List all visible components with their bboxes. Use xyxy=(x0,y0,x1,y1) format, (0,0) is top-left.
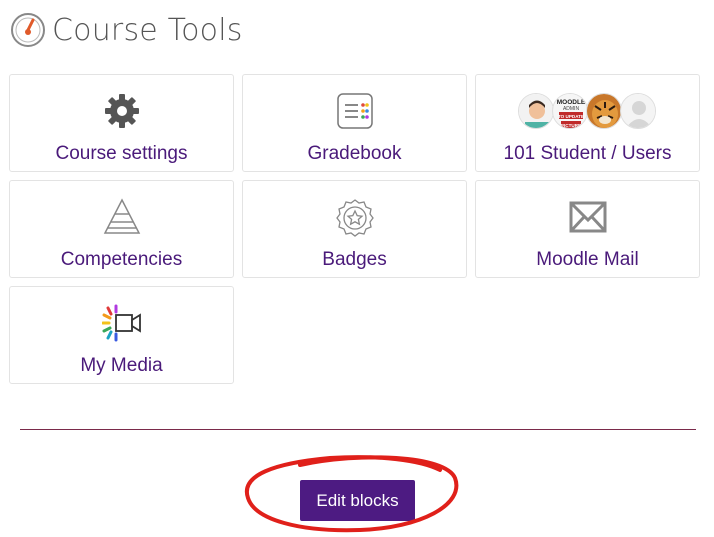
avatar xyxy=(517,93,554,129)
tile-moodle-mail[interactable]: Moodle Mail xyxy=(475,180,700,278)
badge-icon xyxy=(335,197,375,237)
tile-badges[interactable]: Badges xyxy=(242,180,467,278)
gradebook-icon xyxy=(336,91,374,131)
avatar-text-line1: MOODLE xyxy=(556,99,585,106)
pyramid-icon xyxy=(102,197,142,237)
avatar-text-line2: ADMIN xyxy=(562,106,579,112)
tile-label: My Media xyxy=(80,355,163,376)
tile-competencies[interactable]: Competencies xyxy=(9,180,234,278)
tile-label: Moodle Mail xyxy=(536,249,639,270)
tile-gradebook[interactable]: Gradebook xyxy=(242,74,467,172)
tile-label: Gradebook xyxy=(307,143,402,164)
envelope-icon xyxy=(568,197,608,237)
tile-my-media[interactable]: My Media xyxy=(9,286,234,384)
edit-blocks-button[interactable]: Edit blocks xyxy=(300,480,415,521)
tile-course-settings[interactable]: Course settings xyxy=(9,74,234,172)
avatar-text-line4: PICTURE xyxy=(560,123,580,128)
page-header: Course Tools xyxy=(10,10,243,50)
avatar-text-line3: TO UPDATE xyxy=(557,114,583,119)
avatar: MOODLE ADMIN TO UPDATE PICTURE xyxy=(551,93,588,129)
tile-users[interactable]: MOODLE ADMIN TO UPDATE PICTURE 101 Stude… xyxy=(475,74,700,172)
tools-grid: Course settings Gradebook MOODLE ADMIN T… xyxy=(9,74,700,384)
tile-label: Badges xyxy=(322,249,387,270)
gear-icon xyxy=(103,91,141,131)
page-title: Course Tools xyxy=(52,12,243,48)
tile-label: Course settings xyxy=(55,143,188,164)
avatar xyxy=(585,93,622,129)
avatar xyxy=(619,93,656,129)
user-avatars: MOODLE ADMIN TO UPDATE PICTURE xyxy=(517,91,656,131)
section-divider xyxy=(20,429,696,430)
tile-label: Competencies xyxy=(60,249,183,270)
video-camera-icon xyxy=(101,303,142,343)
dashboard-gauge-icon xyxy=(10,12,46,48)
tile-label: 101 Student / Users xyxy=(503,143,672,164)
